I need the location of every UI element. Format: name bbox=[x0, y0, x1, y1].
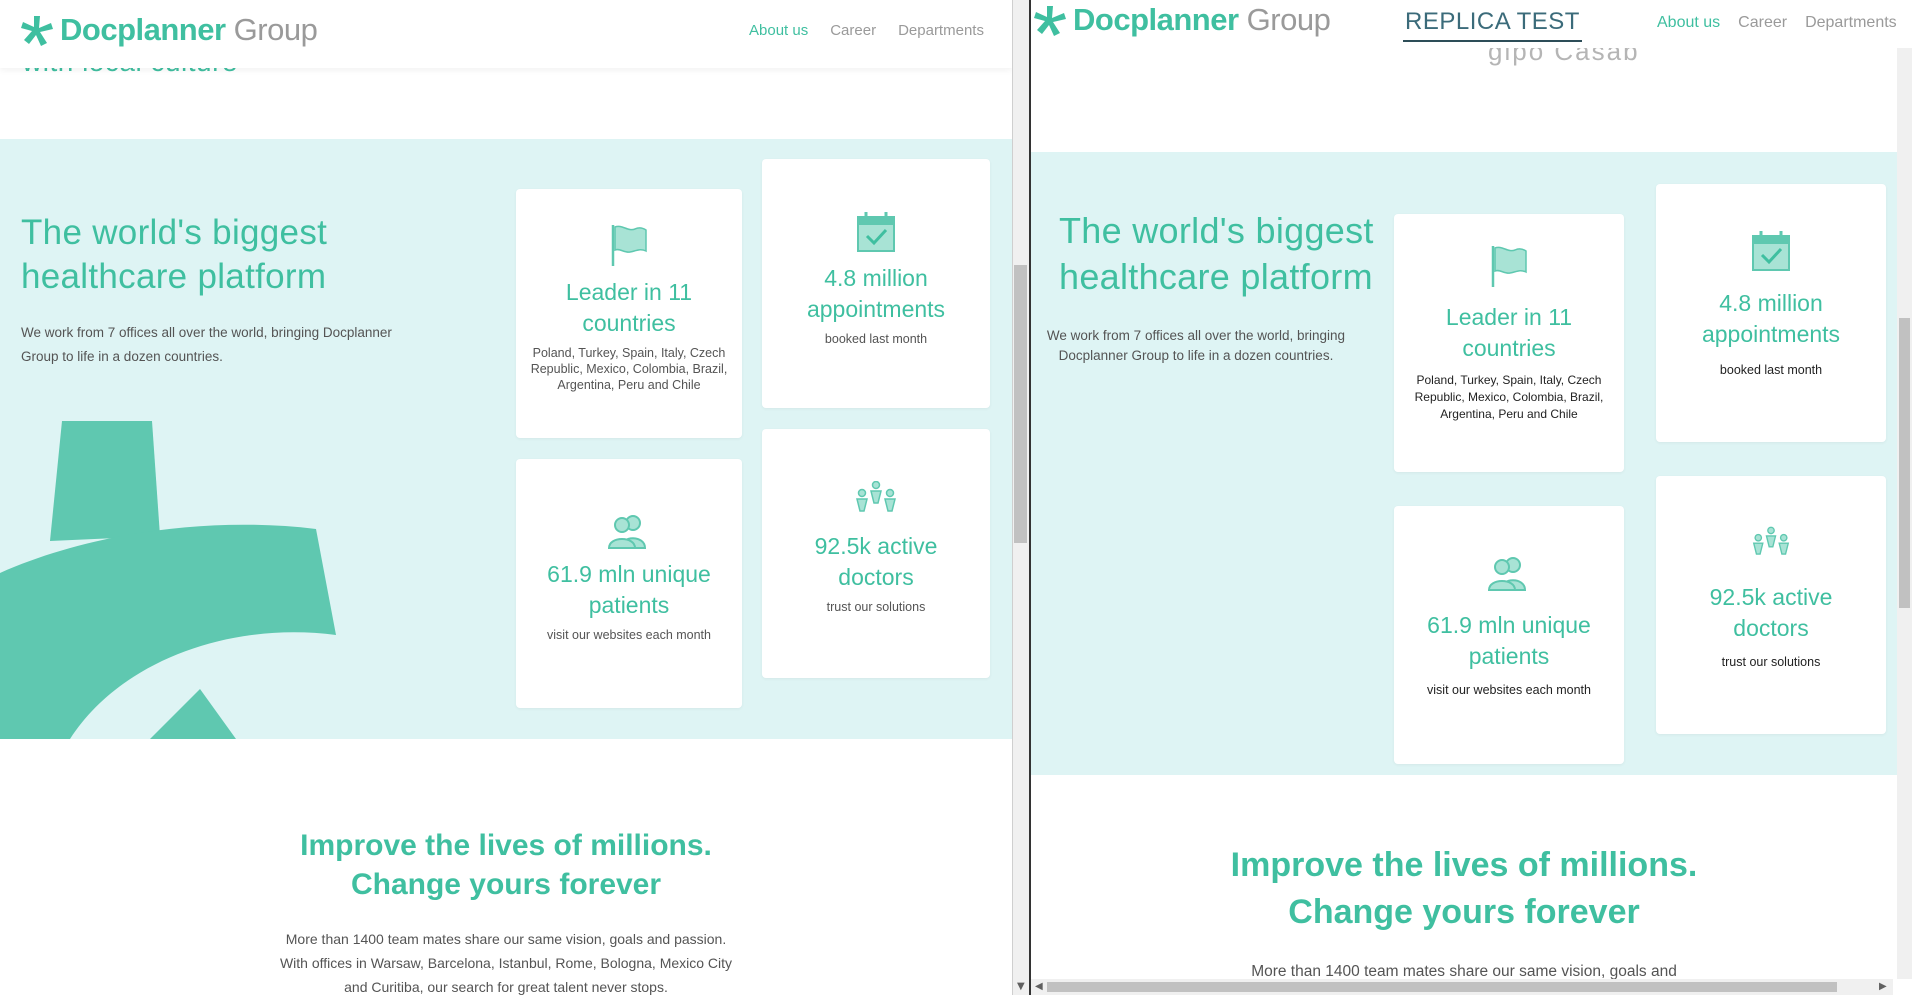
stat-card-appointments: 4.8 million appointments booked last mon… bbox=[762, 159, 990, 408]
logo-star-icon bbox=[21, 16, 53, 46]
stat-value: 92.5k active doctors bbox=[814, 533, 938, 590]
stat-value: 61.9 mln unique patients bbox=[1427, 612, 1591, 669]
improve-title: Improve the lives of millions. Change yo… bbox=[1031, 842, 1897, 936]
replica-stats-band: The world's biggest healthcare platform … bbox=[1031, 152, 1912, 775]
stat-card-doctors: 92.5k active doctors trust our solutions bbox=[762, 429, 990, 678]
patients-icon bbox=[607, 515, 647, 549]
band-title: The world's biggest healthcare platform bbox=[1059, 208, 1374, 300]
improve-text-line3: and Curitiba, our search for great talen… bbox=[344, 979, 668, 995]
right-horizontal-scrollbar[interactable]: ◀ ▶ bbox=[1031, 979, 1893, 995]
scroll-right-arrow-icon[interactable]: ▶ bbox=[1879, 981, 1887, 992]
calendar-check-icon bbox=[1752, 231, 1790, 271]
patients-icon bbox=[1487, 557, 1527, 591]
stat-value: Leader in 11 countries bbox=[565, 279, 693, 336]
logo-suffix: Group bbox=[233, 12, 318, 47]
stat-caption: visit our websites each month bbox=[1427, 683, 1591, 697]
band-description: We work from 7 offices all over the worl… bbox=[1031, 326, 1361, 366]
stat-value: Leader in 11 countries bbox=[1445, 304, 1573, 361]
scroll-down-arrow-icon[interactable]: ▼ bbox=[1017, 981, 1025, 992]
doctors-icon bbox=[856, 481, 896, 512]
right-vertical-scrollbar[interactable] bbox=[1897, 0, 1912, 979]
replica-header: Docplanner Group REPLICA TEST About us C… bbox=[1031, 0, 1912, 48]
doctors-icon bbox=[1752, 526, 1790, 555]
improve-text-line1: More than 1400 team mates share our same… bbox=[285, 931, 727, 947]
left-browser-pane: Docplanner Group About us Career Departm… bbox=[0, 0, 1012, 995]
right-scroll-thumb[interactable] bbox=[1899, 318, 1910, 608]
left-scroll-thumb[interactable] bbox=[1014, 265, 1027, 543]
nav-departments[interactable]: Departments bbox=[898, 22, 984, 39]
stat-value: 61.9 mln unique patients bbox=[547, 561, 711, 618]
stats-band: The world's biggest healthcare platform … bbox=[0, 139, 1012, 739]
stat-value: 4.8 million appointments bbox=[1701, 290, 1841, 347]
improve-title-line2: Change yours forever bbox=[1288, 893, 1640, 931]
stat-caption: trust our solutions bbox=[826, 600, 926, 614]
site-header: Docplanner Group About us Career Departm… bbox=[0, 0, 1012, 68]
improve-title: Improve the lives of millions. Change yo… bbox=[0, 826, 1012, 904]
stat-card-appointments: 4.8 million appointments booked last mon… bbox=[1656, 184, 1886, 442]
band-title-line2: healthcare platform bbox=[1059, 256, 1373, 297]
stat-caption: trust our solutions bbox=[1721, 655, 1821, 669]
logo-brand: Docplanner bbox=[60, 12, 226, 47]
band-title-line1: The world's biggest bbox=[21, 213, 328, 252]
flag-icon bbox=[1491, 246, 1527, 287]
replica-logo[interactable]: Docplanner Group bbox=[1033, 2, 1331, 38]
stat-card-countries: Leader in 11 countries Poland, Turkey, S… bbox=[516, 189, 742, 438]
replica-test-label: REPLICA TEST bbox=[1403, 8, 1582, 42]
stat-caption: Poland, Turkey, Spain, Italy, Czech Repu… bbox=[530, 346, 728, 392]
stat-value: 4.8 million appointments bbox=[806, 265, 946, 322]
logo-suffix: Group bbox=[1246, 2, 1331, 37]
nav-departments[interactable]: Departments bbox=[1805, 14, 1897, 32]
band-title-line2: healthcare platform bbox=[21, 257, 327, 296]
stat-caption: booked last month bbox=[1719, 363, 1823, 377]
band-description: We work from 7 offices all over the worl… bbox=[21, 325, 392, 364]
main-nav: About us Career Departments bbox=[749, 22, 984, 39]
band-description-line2: Docplanner Group to life in a dozen coun… bbox=[1058, 348, 1334, 363]
improve-text-line2: With offices in Warsaw, Barcelona, Istan… bbox=[279, 955, 733, 971]
nav-career[interactable]: Career bbox=[830, 22, 876, 39]
horizontal-scroll-thumb[interactable] bbox=[1047, 982, 1837, 992]
flag-icon bbox=[611, 225, 647, 266]
stat-card-countries: Leader in 11 countries Poland, Turkey, S… bbox=[1394, 214, 1624, 472]
band-title: The world's biggest healthcare platform bbox=[21, 211, 327, 299]
stat-value: 92.5k active doctors bbox=[1709, 584, 1833, 641]
stat-card-patients: 61.9 mln unique patients visit our websi… bbox=[516, 459, 742, 708]
logo-shape-graphic bbox=[0, 421, 336, 739]
calendar-check-icon bbox=[857, 212, 895, 252]
nav-about-us[interactable]: About us bbox=[1657, 14, 1720, 32]
improve-title-line1: Improve the lives of millions. bbox=[300, 829, 712, 862]
scroll-left-arrow-icon[interactable]: ◀ bbox=[1035, 981, 1043, 992]
band-title-line1: The world's biggest bbox=[1059, 210, 1374, 251]
logo-brand: Docplanner bbox=[1073, 2, 1239, 37]
stat-caption: booked last month bbox=[824, 332, 928, 346]
right-browser-pane: Docplanner Group REPLICA TEST About us C… bbox=[1031, 0, 1912, 995]
nav-about-us[interactable]: About us bbox=[749, 22, 808, 39]
replica-nav: About us Career Departments bbox=[1657, 14, 1897, 32]
nav-career[interactable]: Career bbox=[1738, 14, 1787, 32]
logo-star-icon bbox=[1034, 6, 1066, 36]
stat-card-patients: 61.9 mln unique patients visit our websi… bbox=[1394, 506, 1624, 764]
stat-caption: visit our websites each month bbox=[547, 628, 711, 642]
improve-title-line1: Improve the lives of millions. bbox=[1230, 846, 1698, 884]
improve-title-line2: Change yours forever bbox=[350, 868, 662, 901]
site-logo[interactable]: Docplanner Group bbox=[20, 12, 318, 48]
stat-caption: Poland, Turkey, Spain, Italy, Czech Repu… bbox=[1414, 373, 1604, 421]
stat-card-doctors: 92.5k active doctors trust our solutions bbox=[1656, 476, 1886, 734]
band-description-line1: We work from 7 offices all over the worl… bbox=[1046, 328, 1346, 343]
